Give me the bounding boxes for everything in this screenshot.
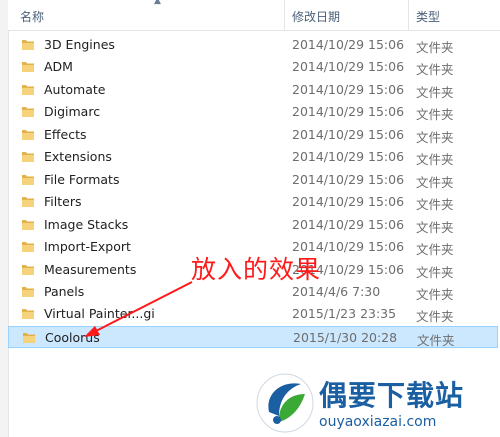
site-watermark: 偶要下载站 ouyaoxiazai.com: [255, 370, 500, 437]
watermark-logo-icon: [256, 373, 314, 433]
watermark-title: 偶要下载站: [319, 379, 465, 412]
watermark-url: ouyaoxiazai.com: [319, 414, 437, 430]
annotation-text: 放入的效果: [191, 255, 322, 284]
